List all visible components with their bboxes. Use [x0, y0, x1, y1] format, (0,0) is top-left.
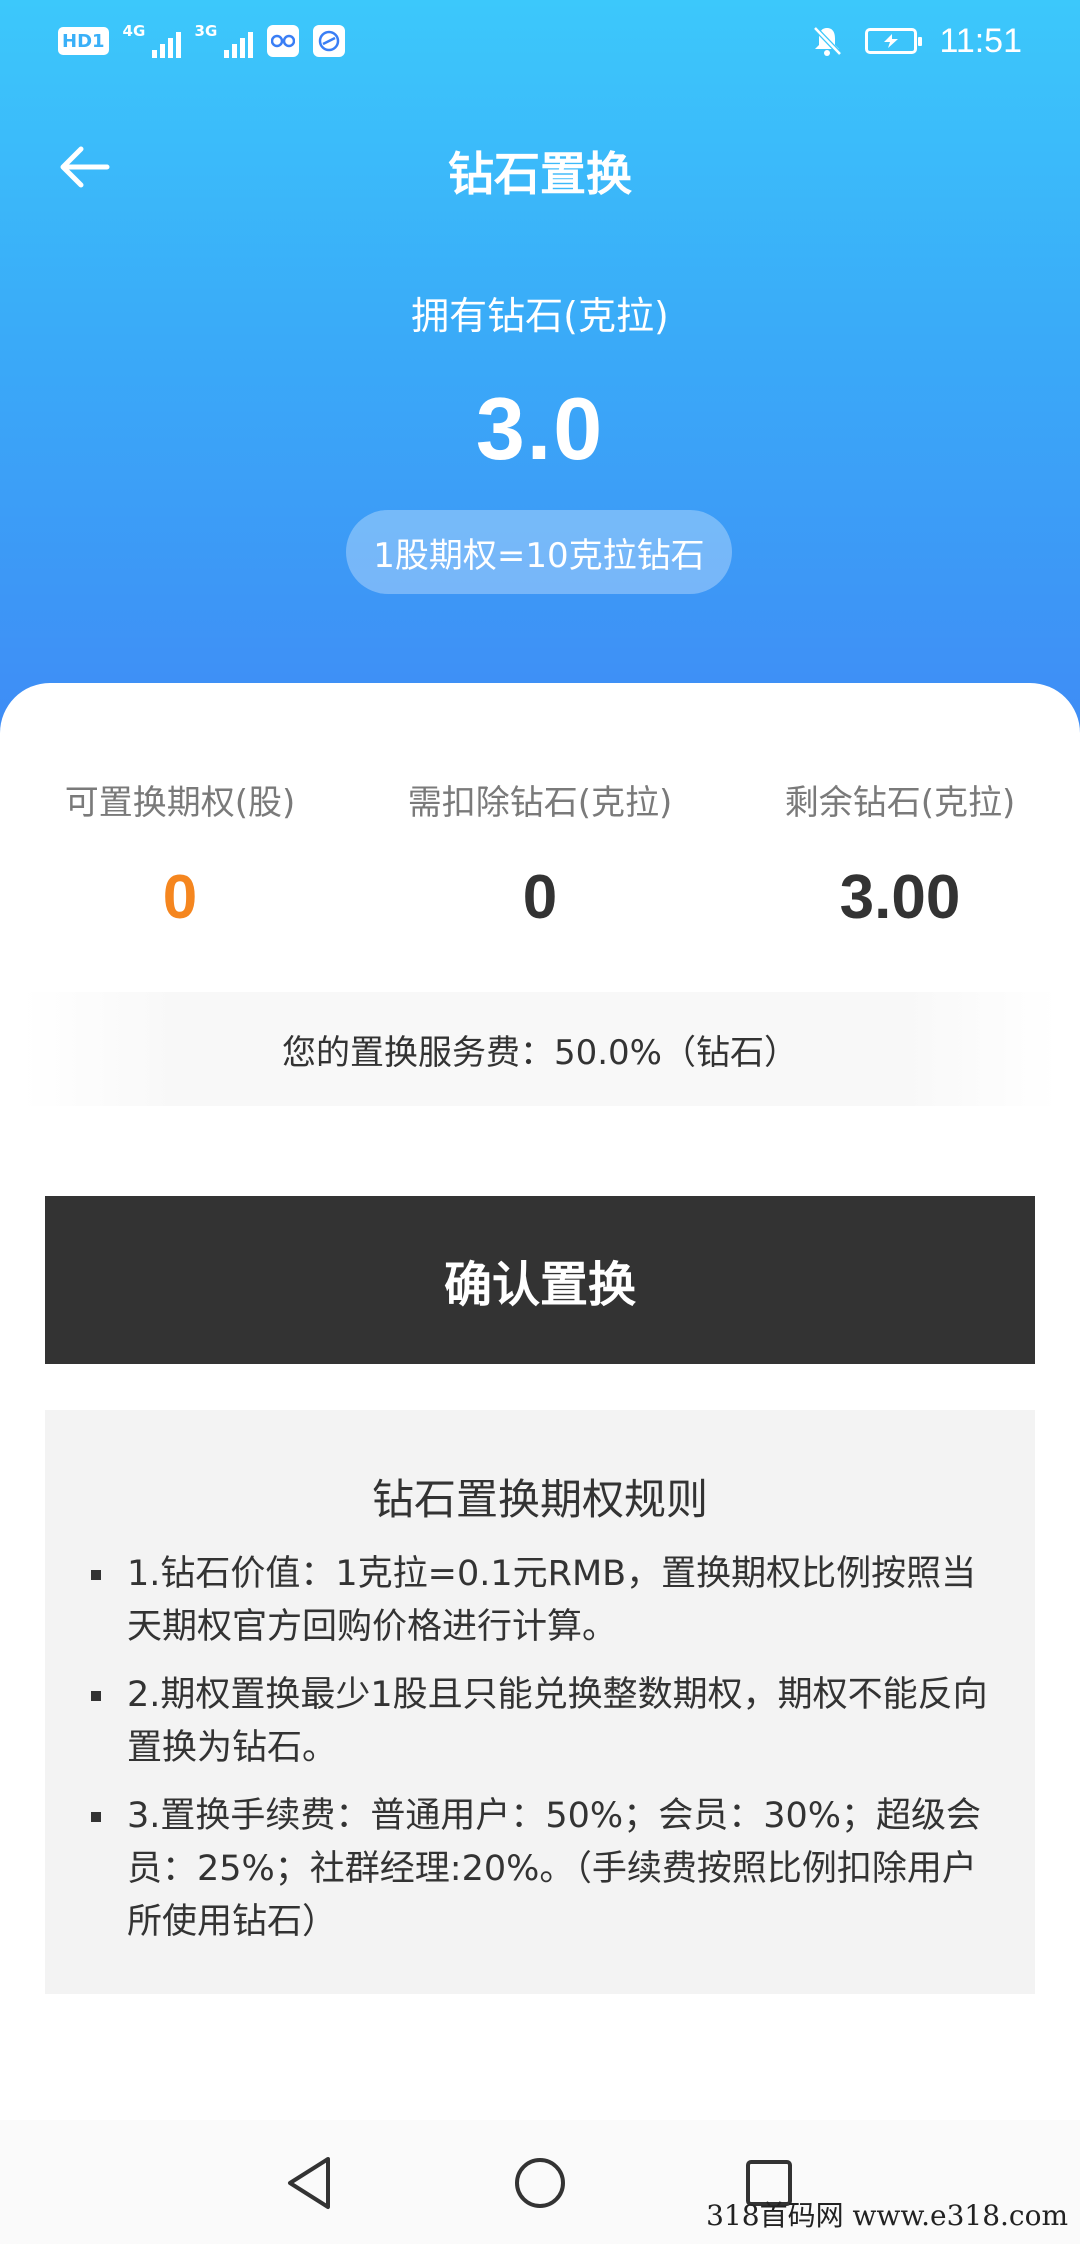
rule-text: 1.钻石价值：1克拉=0.1元RMB，置换期权比例按照当天期权官方回购价格进行计…: [127, 1554, 977, 1647]
nav-home-button[interactable]: [505, 2148, 575, 2218]
rule-text: 3.置换手续费：普通用户：50%；会员：30%；超级会员：25%；社群经理:20…: [127, 1796, 981, 1942]
rules-title: 钻石置换期权规则: [371, 1475, 708, 1524]
rule-item: 1.钻石价值：1克拉=0.1元RMB，置换期权比例按照当天期权官方回购价格进行计…: [45, 1548, 1035, 1654]
nav-back-button[interactable]: [274, 2148, 344, 2218]
stat-diamonds-deducted: 需扣除钻石(克拉) 0: [360, 775, 720, 933]
stat-value: 0: [522, 863, 558, 932]
stat-value: 3.00: [839, 863, 961, 932]
bullet-icon: [91, 1812, 101, 1822]
stat-remaining-diamonds: 剩余钻石(克拉) 3.00: [720, 775, 1080, 933]
signal-icon: 4G: [123, 22, 181, 60]
stat-label: 需扣除钻石(克拉): [407, 783, 673, 823]
stat-value: 0: [162, 863, 198, 932]
status-right: 11:51: [811, 18, 1022, 64]
signal-icon: 3G: [195, 22, 253, 60]
stat-label: 剩余钻石(克拉): [784, 783, 1016, 823]
status-bar: HD1 4G 3G 11:51: [0, 0, 1080, 80]
status-left: HD1 4G 3G: [58, 20, 345, 62]
hd-icon: HD1: [58, 27, 109, 55]
rule-item: 2.期权置换最少1股且只能兑换整数期权，期权不能反向置换为钻石。: [45, 1669, 1035, 1775]
bullet-icon: [91, 1570, 101, 1580]
system-nav-bar: 318首码网 www.e318.com: [0, 2120, 1080, 2244]
owned-diamonds-value: 3.0: [475, 379, 605, 478]
owned-diamonds-label: 拥有钻石(克拉): [411, 294, 669, 338]
nav-back-icon: [288, 2157, 330, 2209]
confirm-exchange-button[interactable]: 确认置换: [45, 1196, 1035, 1364]
watermark-text: 318首码网 www.e318.com: [706, 2199, 1068, 2232]
network-type-label: 4G: [122, 22, 146, 40]
page-title: 钻石置换: [448, 147, 632, 201]
service-fee-info: 您的置换服务费：50.0%（钻石）: [22, 992, 1058, 1106]
stats-row: 可置换期权(股) 0 需扣除钻石(克拉) 0 剩余钻石(克拉) 3.00: [0, 775, 1080, 945]
battery-charging-icon: [865, 28, 923, 54]
bullet-icon: [91, 1691, 101, 1701]
stat-exchangeable-options: 可置换期权(股) 0: [0, 775, 360, 933]
status-time: 11:51: [939, 21, 1022, 60]
rule-text: 2.期权置换最少1股且只能兑换整数期权，期权不能反向置换为钻石。: [127, 1675, 988, 1768]
rules-panel: 钻石置换期权规则 1.钻石价值：1克拉=0.1元RMB，置换期权比例按照当天期权…: [45, 1410, 1035, 1994]
network-type-label: 3G: [194, 22, 218, 40]
rules-list: 1.钻石价值：1克拉=0.1元RMB，置换期权比例按照当天期权官方回购价格进行计…: [45, 1548, 1035, 1964]
browser-icon: [312, 25, 345, 57]
rule-item: 3.置换手续费：普通用户：50%；会员：30%；超级会员：25%；社群经理:20…: [45, 1790, 1035, 1949]
nav-home-icon: [515, 2158, 565, 2208]
exchange-ratio-badge: 1股期权=10克拉钻石: [346, 510, 732, 594]
bell-muted-icon: [813, 26, 843, 56]
stat-label: 可置换期权(股): [64, 783, 296, 823]
app-icon: [266, 25, 299, 57]
